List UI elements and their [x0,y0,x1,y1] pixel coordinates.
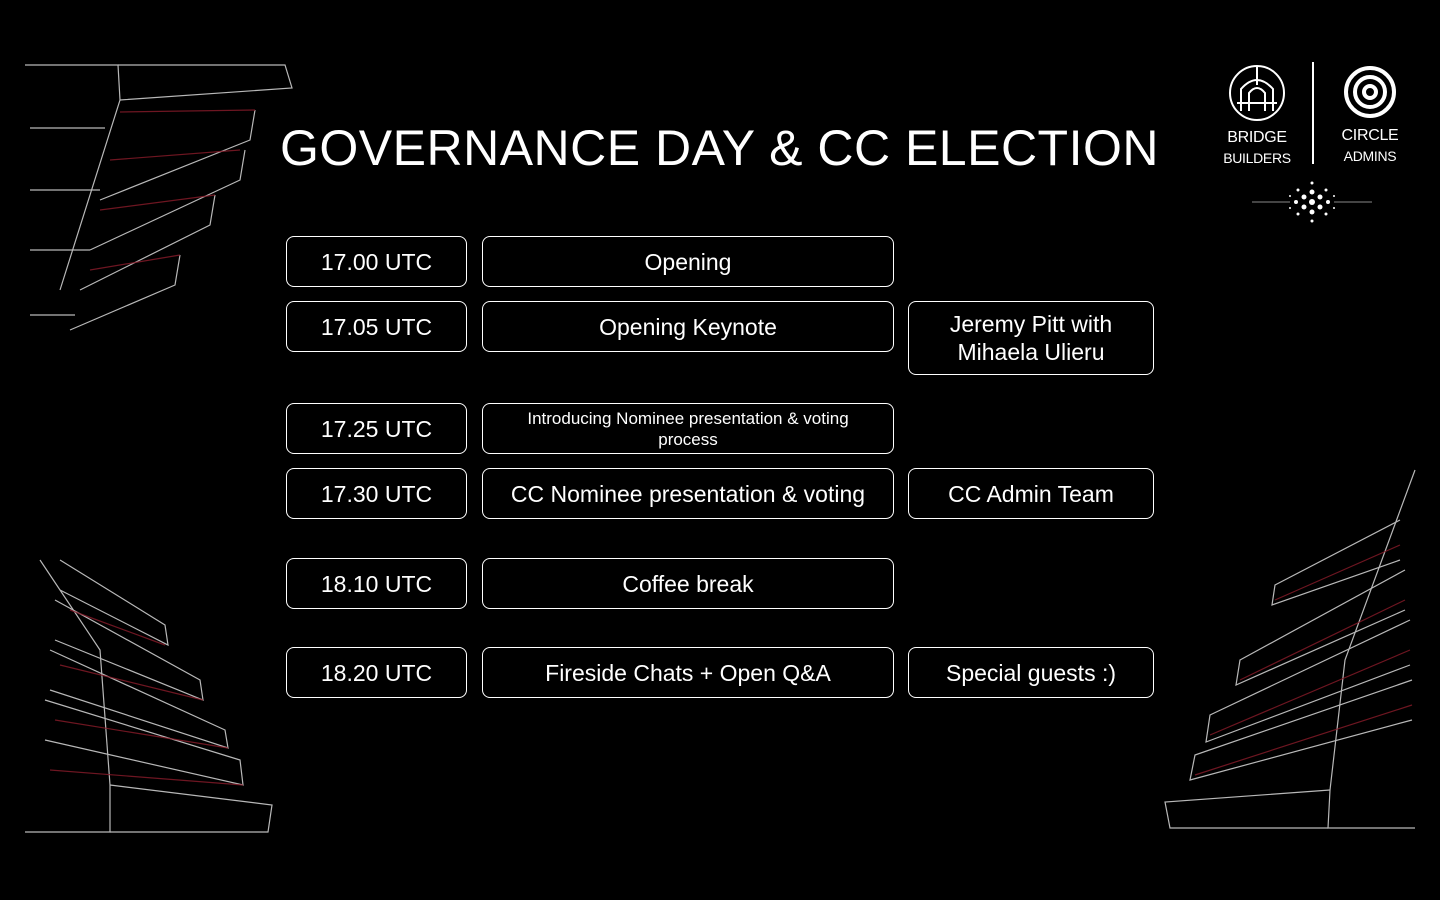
bridge-builders-line1: BRIDGE [1227,129,1287,146]
session-title: CC Nominee presentation & voting [482,468,894,519]
logo-divider [1312,62,1314,164]
bridge-builders-logo-icon [1229,65,1285,121]
session-title: Fireside Chats + Open Q&A [482,647,894,698]
speaker-name: CC Admin Team [908,468,1154,519]
bridge-builders-label: BRIDGE BUILDERS [1217,128,1297,168]
speaker-name: Jeremy Pitt with Mihaela Ulieru [908,301,1154,375]
bridge-builders-line2: BUILDERS [1223,150,1291,166]
session-title: Introducing Nominee presentation & votin… [482,403,894,454]
session-title: Coffee break [482,558,894,609]
cardano-logo-icon [1252,181,1372,223]
time-slot: 18.20 UTC [286,647,467,698]
time-slot: 17.25 UTC [286,403,467,454]
circle-admins-line2: ADMINS [1343,148,1397,164]
logo-group: BRIDGE BUILDERS CIRCLE ADMINS [1212,58,1422,233]
time-slot: 17.00 UTC [286,236,467,287]
circle-admins-label: CIRCLE ADMINS [1330,126,1410,166]
time-slot: 18.10 UTC [286,558,467,609]
time-slot: 17.30 UTC [286,468,467,519]
session-title: Opening [482,236,894,287]
page-title: GOVERNANCE DAY & CC ELECTION [280,120,1159,176]
speaker-name: Special guests :) [908,647,1154,698]
circle-admins-logo-icon [1344,66,1396,118]
time-slot: 17.05 UTC [286,301,467,352]
circle-admins-line1: CIRCLE [1341,127,1399,144]
session-title: Opening Keynote [482,301,894,352]
